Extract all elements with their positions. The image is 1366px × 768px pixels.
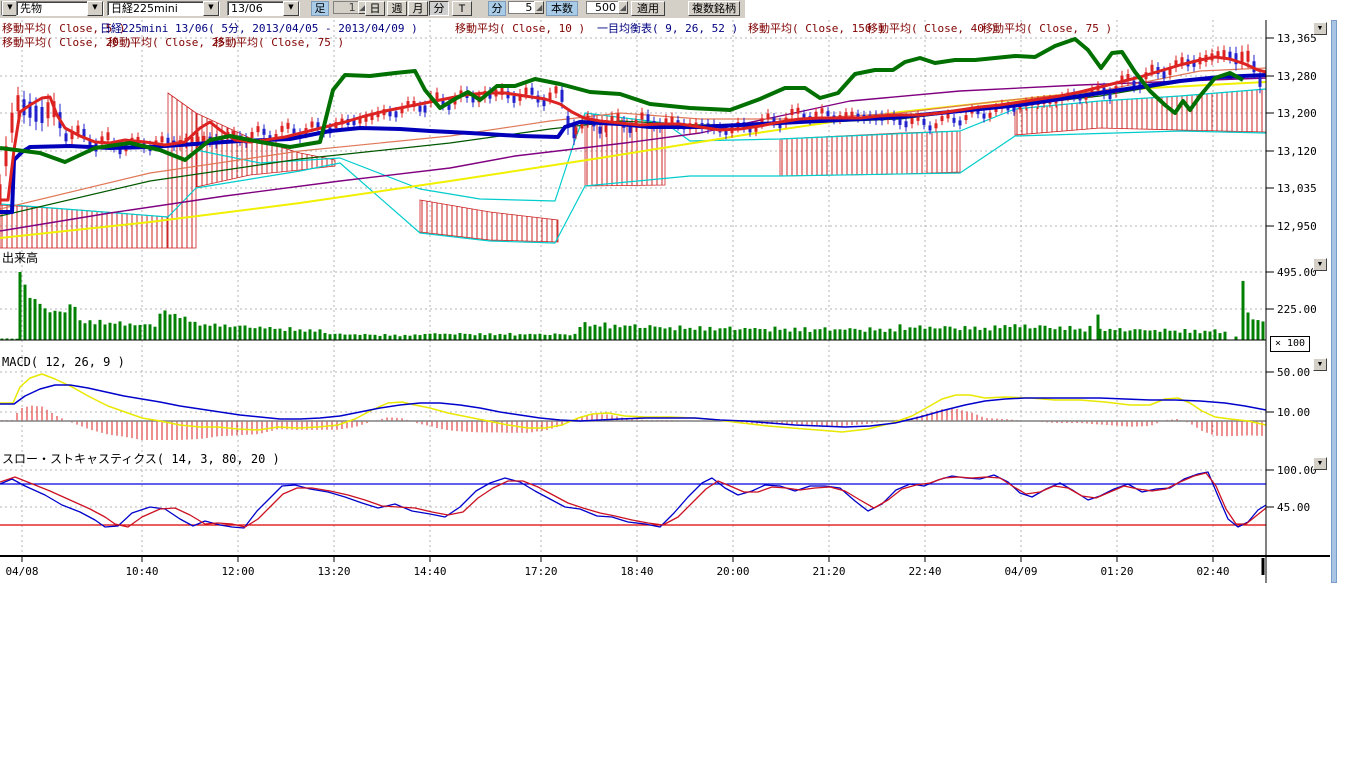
bar-count-input[interactable] xyxy=(586,1,618,14)
svg-text:17:20: 17:20 xyxy=(524,565,557,578)
svg-text:45.00: 45.00 xyxy=(1277,501,1310,514)
svg-text:13,120: 13,120 xyxy=(1277,145,1317,158)
svg-text:13,200: 13,200 xyxy=(1277,107,1317,120)
svg-text:13,035: 13,035 xyxy=(1277,182,1317,195)
svg-text:04/08: 04/08 xyxy=(5,565,38,578)
chart-application-window: 04/08 10:40 12:00 13:20 14:40 17:20 18:40 20:00… xyxy=(0,0,1366,768)
apply-button[interactable]: 適用 xyxy=(631,1,665,16)
symbol-select-value: 日経225mini xyxy=(108,2,203,16)
symbol-select[interactable]: 日経225mini ▼ xyxy=(107,1,220,16)
bar-interval-input[interactable] xyxy=(333,1,358,14)
svg-text:495.00: 495.00 xyxy=(1277,266,1317,279)
period-minute-button[interactable]: 分 xyxy=(429,1,449,16)
contract-month-select[interactable]: 13/06 ▼ xyxy=(227,1,300,16)
svg-text:01:20: 01:20 xyxy=(1100,565,1133,578)
market-select[interactable]: 先物 ▼ xyxy=(16,1,104,16)
stochastics-panel-title: スロー・ストキャスティクス( 14, 3, 80, 20 ) xyxy=(2,450,280,467)
collapsed-combo[interactable]: ▼ xyxy=(1,1,15,16)
volume-bars xyxy=(0,272,1266,340)
vertical-scrollbar[interactable] xyxy=(1331,20,1337,583)
legend-item: 移動平均( Close, 10 ) xyxy=(455,20,585,36)
svg-text:100.00: 100.00 xyxy=(1277,464,1317,477)
market-select-value: 先物 xyxy=(17,2,87,16)
contract-month-value: 13/06 xyxy=(228,2,283,16)
legend-item: 一目均衡表( 9, 26, 52 ) xyxy=(597,20,738,36)
dropdown-arrow-icon[interactable]: ▼ xyxy=(87,1,103,16)
minute-stepper[interactable]: ◢ xyxy=(508,1,544,16)
spinner-icon[interactable]: ◢ xyxy=(534,1,544,14)
minute-label: 分 xyxy=(488,1,506,16)
svg-text:13,365: 13,365 xyxy=(1277,32,1317,45)
svg-text:02:40: 02:40 xyxy=(1196,565,1229,578)
svg-text:225.00: 225.00 xyxy=(1277,303,1317,316)
period-day-button[interactable]: 日 xyxy=(365,1,385,16)
legend-item: 移動平均( Close, 40 ) xyxy=(867,20,997,36)
macd-plot xyxy=(0,374,1266,440)
multi-symbol-button[interactable]: 複数銘柄 xyxy=(688,1,740,16)
svg-text:10.00: 10.00 xyxy=(1277,406,1310,419)
svg-text:20:00: 20:00 xyxy=(716,565,749,578)
ichimoku-cloud xyxy=(0,89,1266,248)
period-month-button[interactable]: 月 xyxy=(408,1,428,16)
price-panel-collapse-button[interactable]: ▼ xyxy=(1313,22,1327,35)
bar-type-label: 足 xyxy=(311,1,329,16)
bar-interval-stepper[interactable]: ◢ xyxy=(333,1,367,16)
svg-text:22:40: 22:40 xyxy=(908,565,941,578)
minute-input[interactable] xyxy=(508,1,534,14)
legend-item: 移動平均( Close, 75 ) xyxy=(214,34,344,50)
bar-count-stepper[interactable]: ◢ xyxy=(586,1,628,16)
macd-panel-collapse-button[interactable]: ▼ xyxy=(1313,358,1327,371)
bar-count-label: 本数 xyxy=(546,1,578,16)
period-tick-button[interactable]: T xyxy=(452,1,472,16)
stochastics-panel-collapse-button[interactable]: ▼ xyxy=(1313,457,1327,470)
toolbar: ▼ 先物 ▼ 日経225mini ▼ 13/06 ▼ 足 ◢ 日 週 月 分 T… xyxy=(0,0,745,18)
stochastics-plot xyxy=(0,472,1266,528)
period-week-button[interactable]: 週 xyxy=(387,1,407,16)
dropdown-arrow-icon[interactable]: ▼ xyxy=(283,1,299,16)
svg-text:21:20: 21:20 xyxy=(812,565,845,578)
spinner-icon[interactable]: ◢ xyxy=(618,1,628,14)
legend-item: 移動平均( Close, 150 ) xyxy=(748,20,885,36)
svg-text:50.00: 50.00 xyxy=(1277,366,1310,379)
volume-panel-title: 出来高 xyxy=(2,249,38,266)
macd-panel-title: MACD( 12, 26, 9 ) xyxy=(2,355,125,369)
svg-text:13,280: 13,280 xyxy=(1277,70,1317,83)
volume-panel-collapse-button[interactable]: ▼ xyxy=(1313,258,1327,271)
svg-text:13:20: 13:20 xyxy=(317,565,350,578)
volume-multiplier-badge: × 100 xyxy=(1270,336,1310,352)
dropdown-arrow-icon[interactable]: ▼ xyxy=(203,1,219,16)
svg-text:18:40: 18:40 xyxy=(620,565,653,578)
legend-item: 移動平均( Close, 75 ) xyxy=(982,20,1112,36)
svg-text:12:00: 12:00 xyxy=(221,565,254,578)
svg-text:10:40: 10:40 xyxy=(125,565,158,578)
svg-text:12,950: 12,950 xyxy=(1277,220,1317,233)
svg-text:04/09: 04/09 xyxy=(1004,565,1037,578)
chart-canvas: 04/08 10:40 12:00 13:20 14:40 17:20 18:40 20:00… xyxy=(0,0,1366,600)
svg-text:14:40: 14:40 xyxy=(413,565,446,578)
